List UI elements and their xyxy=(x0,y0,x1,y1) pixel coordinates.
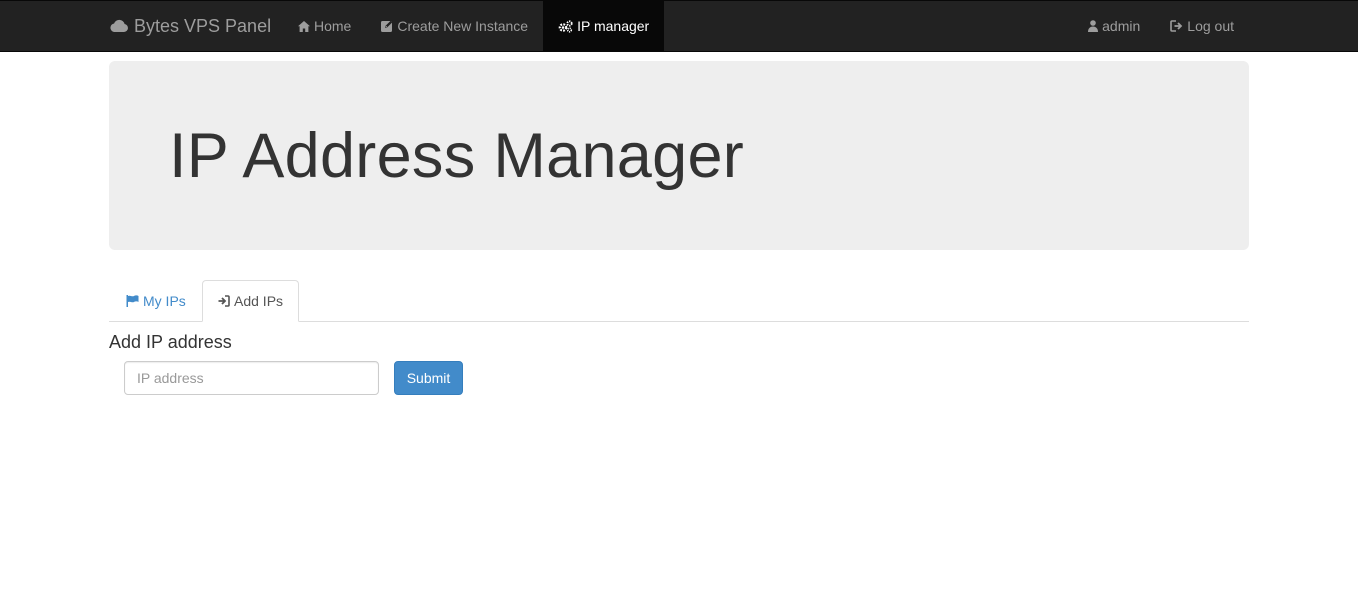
navbar-left-menu: Home Create New Instance IP manager xyxy=(283,1,665,51)
nav-logout-label: Log out xyxy=(1187,18,1234,34)
edit-icon xyxy=(381,20,393,32)
user-icon xyxy=(1088,20,1099,32)
tab-add-ips-label: Add IPs xyxy=(234,293,284,309)
nav-home-label: Home xyxy=(314,18,352,34)
top-navbar: Bytes VPS Panel Home Create New Instance xyxy=(0,0,1358,52)
submit-button[interactable]: Submit xyxy=(394,361,463,395)
login-icon xyxy=(218,295,230,307)
ip-address-input[interactable] xyxy=(124,361,379,395)
tab-my-ips-label: My IPs xyxy=(143,293,186,309)
nav-home[interactable]: Home xyxy=(283,1,366,51)
page-header-jumbotron: IP Address Manager xyxy=(109,61,1249,250)
page-title: IP Address Manager xyxy=(169,121,745,191)
brand-link[interactable]: Bytes VPS Panel xyxy=(109,1,271,51)
cogs-icon xyxy=(558,19,573,33)
navbar-right-menu: admin Log out xyxy=(1073,1,1249,51)
brand-label: Bytes VPS Panel xyxy=(134,15,272,36)
add-ip-heading: Add IP address xyxy=(109,332,232,352)
ip-tabs: My IPs Add IPs xyxy=(109,280,1249,322)
tab-my-ips[interactable]: My IPs xyxy=(111,280,201,322)
tab-add-ips[interactable]: Add IPs xyxy=(202,280,300,322)
flag-icon xyxy=(126,295,139,307)
nav-user[interactable]: admin xyxy=(1073,1,1155,51)
nav-create-instance-label: Create New Instance xyxy=(397,18,529,34)
nav-logout[interactable]: Log out xyxy=(1155,1,1249,51)
nav-ip-manager[interactable]: IP manager xyxy=(543,1,665,51)
navbar-container: Bytes VPS Panel Home Create New Instance xyxy=(109,1,1249,51)
logout-icon xyxy=(1170,20,1183,32)
nav-ip-manager-label: IP manager xyxy=(577,18,650,34)
cloud-icon xyxy=(109,19,129,33)
nav-create-instance[interactable]: Create New Instance xyxy=(366,1,543,51)
nav-user-label: admin xyxy=(1102,18,1141,34)
home-icon xyxy=(298,20,310,32)
